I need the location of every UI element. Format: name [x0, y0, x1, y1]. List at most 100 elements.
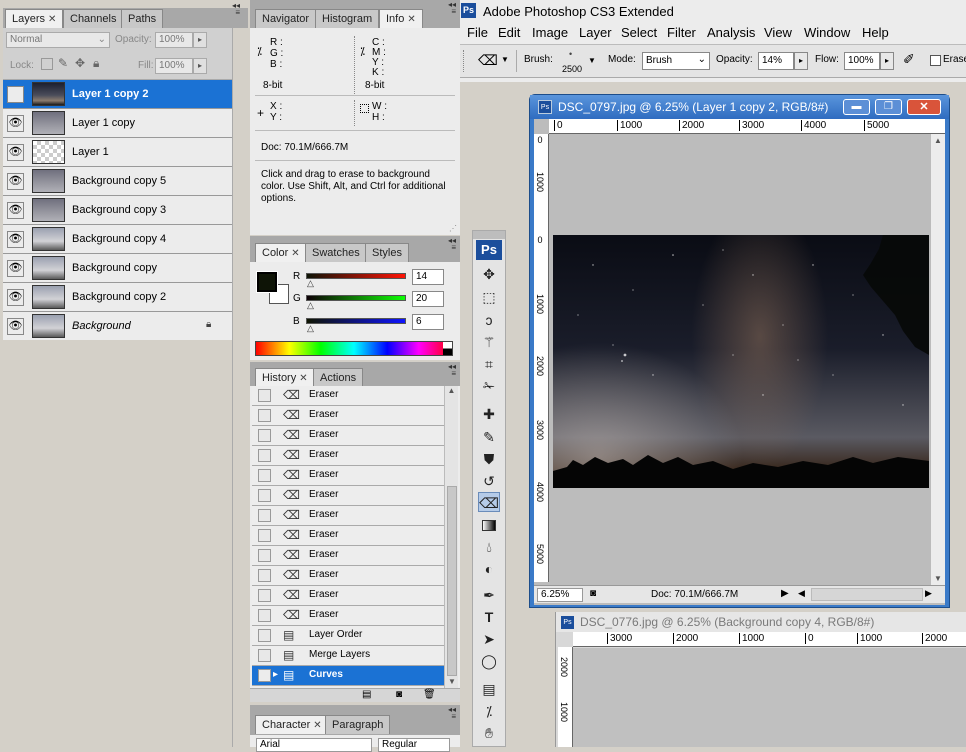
color-spectrum-bar[interactable]: [255, 341, 453, 356]
snapshot-checkbox[interactable]: [258, 489, 271, 502]
eyedropper-tool-icon[interactable]: ⁒: [478, 701, 500, 721]
magic-wand-tool-icon[interactable]: ⚚: [478, 332, 500, 352]
tab-histogram[interactable]: Histogram: [315, 9, 380, 28]
panel-menu-icon[interactable]: ◂◂ ≡: [448, 237, 456, 252]
chevron-down-icon[interactable]: ▼: [588, 56, 596, 65]
foreground-color-swatch[interactable]: [256, 271, 278, 293]
layer-row[interactable]: 👁︎ Background copy: [3, 254, 232, 283]
font-style-select[interactable]: Regular: [378, 738, 450, 752]
scroll-right-arrow[interactable]: ▶: [925, 588, 932, 599]
lock-all-icon[interactable]: 🔒︎: [93, 56, 99, 71]
tab-info[interactable]: Info ✕: [379, 9, 423, 28]
close-icon[interactable]: ✕: [407, 14, 415, 25]
fill-arrow-button[interactable]: ▸: [193, 58, 207, 74]
tab-swatches[interactable]: Swatches: [305, 243, 367, 262]
history-item[interactable]: ▤ Merge Layers: [252, 646, 444, 666]
document-titlebar[interactable]: Ps DSC_0797.jpg @ 6.25% (Layer 1 copy 2,…: [530, 95, 949, 119]
snapshot-checkbox[interactable]: [258, 649, 271, 662]
green-slider[interactable]: [306, 295, 406, 301]
erase-to-history-checkbox[interactable]: [930, 55, 941, 66]
history-item[interactable]: ⌫ Eraser: [252, 506, 444, 526]
snapshot-checkbox[interactable]: [258, 629, 271, 642]
red-slider[interactable]: [306, 273, 406, 279]
fill-input[interactable]: 100%: [155, 58, 193, 74]
menu-image[interactable]: Image: [532, 25, 568, 40]
layer-row[interactable]: 👁︎ Background copy 3: [3, 196, 232, 225]
tab-layers[interactable]: Layers ✕: [5, 9, 64, 28]
visibility-toggle[interactable]: [7, 86, 24, 103]
history-item[interactable]: ⌫ Eraser: [252, 426, 444, 446]
menu-window[interactable]: Window: [804, 25, 850, 40]
menu-analysis[interactable]: Analysis: [707, 25, 755, 40]
tab-character[interactable]: Character ✕: [255, 715, 329, 734]
panel-menu-icon[interactable]: ◂◂ ≡: [448, 706, 456, 721]
zoom-level[interactable]: 6.25%: [537, 588, 583, 602]
menu-view[interactable]: View: [764, 25, 792, 40]
scroll-up-arrow[interactable]: ▲: [934, 136, 942, 145]
history-brush-tool-icon[interactable]: ↺: [478, 471, 500, 491]
tab-paths[interactable]: Paths: [121, 9, 164, 28]
close-icon[interactable]: ✕: [299, 373, 307, 384]
flow-input[interactable]: 100%: [844, 52, 880, 70]
slider-thumb-icon[interactable]: △: [307, 300, 314, 311]
tab-actions[interactable]: Actions: [313, 368, 364, 387]
menu-edit[interactable]: Edit: [498, 25, 520, 40]
brush-tool-icon[interactable]: ✎: [478, 427, 500, 447]
menu-select[interactable]: Select: [621, 25, 657, 40]
eye-icon[interactable]: 👁︎: [7, 144, 24, 161]
blend-mode-select[interactable]: Normal ⌄: [6, 32, 110, 48]
menu-file[interactable]: File: [467, 25, 488, 40]
opacity-arrow-button[interactable]: ▸: [193, 32, 207, 48]
tab-channels[interactable]: Channels: [63, 9, 124, 28]
snapshot-checkbox[interactable]: [258, 509, 271, 522]
opacity-input[interactable]: 100%: [155, 32, 193, 48]
eye-icon[interactable]: 👁︎: [7, 260, 24, 277]
hand-tool-icon[interactable]: ✋︎: [478, 723, 500, 743]
eye-icon[interactable]: 👁︎: [7, 202, 24, 219]
snapshot-checkbox[interactable]: [258, 409, 271, 422]
blur-tool-icon[interactable]: 💧︎: [478, 537, 500, 557]
scroll-up-arrow[interactable]: ▲: [445, 386, 458, 400]
options-grip[interactable]: [463, 50, 466, 72]
lock-transparent-icon[interactable]: [41, 58, 53, 70]
crop-tool-icon[interactable]: ⌗: [478, 354, 500, 374]
close-icon[interactable]: ✕: [48, 14, 56, 25]
close-button[interactable]: ✕: [907, 99, 941, 115]
tool-opacity-input[interactable]: 14%: [758, 52, 794, 70]
spectrum-black-white[interactable]: [443, 342, 452, 355]
eye-icon[interactable]: 👁︎: [7, 318, 24, 335]
tab-paragraph[interactable]: Paragraph: [325, 715, 391, 734]
canvas-image[interactable]: [553, 235, 929, 488]
document-2-canvas[interactable]: [573, 648, 966, 747]
menu-filter[interactable]: Filter: [667, 25, 696, 40]
status-menu-arrow[interactable]: ▶: [781, 588, 789, 599]
brush-preview-icon[interactable]: •: [569, 49, 572, 59]
snapshot-checkbox[interactable]: [258, 469, 271, 482]
snapshot-checkbox[interactable]: [258, 449, 271, 462]
history-item[interactable]: ⌫ Eraser: [252, 566, 444, 586]
blue-slider[interactable]: [306, 318, 406, 324]
document-window-2[interactable]: Ps DSC_0776.jpg @ 6.25% (Background copy…: [555, 612, 966, 747]
dodge-tool-icon[interactable]: ◐: [478, 559, 500, 579]
layer-row[interactable]: 👁︎ Background copy 4: [3, 225, 232, 254]
panel-menu-icon[interactable]: ◂◂ ≡: [232, 2, 240, 17]
history-item[interactable]: ⌫ Eraser: [252, 466, 444, 486]
scroll-thumb[interactable]: [447, 486, 457, 676]
snapshot-checkbox[interactable]: [258, 389, 271, 402]
resize-grip-icon[interactable]: ⋰: [449, 224, 457, 233]
panel-menu-icon[interactable]: ◂◂ ≡: [448, 1, 456, 16]
move-tool-icon[interactable]: ✥: [478, 264, 500, 284]
gradient-tool-icon[interactable]: [478, 514, 500, 534]
eye-icon[interactable]: 👁︎: [7, 231, 24, 248]
eraser-tool-icon[interactable]: ⌫: [478, 492, 500, 512]
tool-opacity-arrow-button[interactable]: ▸: [794, 52, 808, 70]
tab-navigator[interactable]: Navigator: [255, 9, 317, 28]
layer-row[interactable]: 👁︎ Layer 1 copy: [3, 109, 232, 138]
slice-tool-icon[interactable]: ✁: [478, 376, 500, 396]
tab-history[interactable]: History ✕: [255, 368, 315, 387]
menu-layer[interactable]: Layer: [579, 25, 612, 40]
tab-styles[interactable]: Styles: [365, 243, 409, 262]
type-tool-icon[interactable]: T: [478, 607, 500, 627]
marquee-tool-icon[interactable]: ⬚: [478, 287, 500, 307]
history-item[interactable]: ⌫ Eraser: [252, 446, 444, 466]
